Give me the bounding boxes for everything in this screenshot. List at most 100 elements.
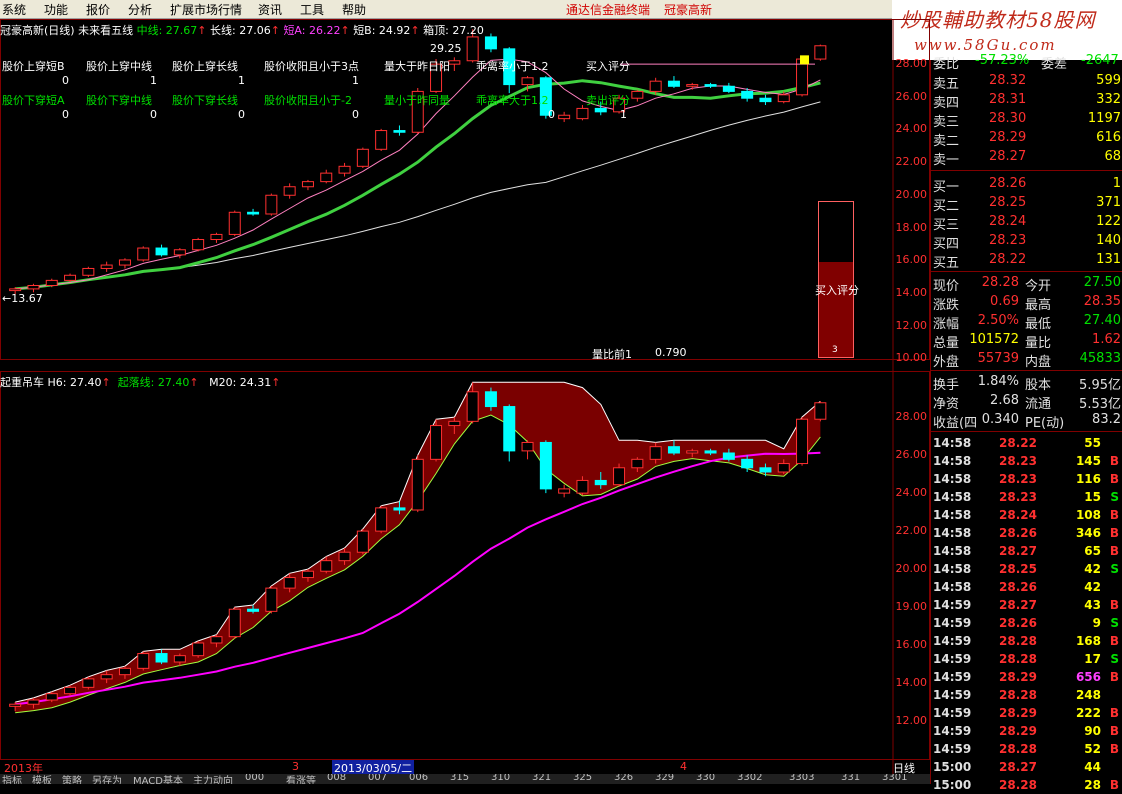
tick-price: 28.28: [999, 634, 1037, 648]
stock-title: 冠豪高新: [664, 3, 713, 17]
signal-marker: [800, 55, 809, 65]
tick-volume: 656: [1075, 670, 1101, 684]
tick-price: 28.28: [999, 688, 1037, 702]
menu-analysis[interactable]: 分析: [128, 1, 152, 18]
menu-tools[interactable]: 工具: [300, 1, 324, 18]
sell-signal-value: 0: [238, 108, 245, 121]
top-chart-title: 冠豪高新(日线): [0, 24, 75, 37]
tick-row: 14:58 28.23 15 S: [931, 488, 1122, 506]
ask-volume: 1197: [1087, 111, 1121, 126]
bottom-chart-header: 起重吊车 H6: 27.40↑ 起落线: 27.40↑ M20: 24.31↑: [0, 376, 281, 389]
top-candle: [45, 279, 58, 286]
top-y-tick: 28.00: [895, 57, 928, 70]
menu-system[interactable]: 系统: [2, 1, 26, 18]
indicator-tab[interactable]: 3302: [737, 774, 762, 783]
tick-side: B: [1109, 508, 1119, 522]
bid-price: 28.25: [989, 195, 1027, 210]
tick-side: B: [1109, 544, 1119, 558]
bottom-candle: [796, 418, 809, 465]
bid-label: 买一: [933, 180, 960, 195]
stat-label: 今开: [1025, 279, 1052, 294]
bottom-candle: [45, 693, 58, 701]
indicator-tab[interactable]: 330: [696, 774, 715, 783]
chart-area[interactable]: [0, 19, 930, 774]
stat-value: 0.69: [990, 294, 1019, 309]
indicator-tab[interactable]: 3303: [789, 774, 814, 783]
tick-price: 28.23: [999, 454, 1037, 468]
bid-row: 买五 28.22 131: [931, 251, 1122, 271]
menu-extended-market[interactable]: 扩展市场行情: [170, 1, 242, 18]
indicator-tab[interactable]: 模板: [32, 774, 52, 784]
order-diff-label: 委差: [1041, 57, 1068, 72]
bottom-candle: [722, 452, 735, 460]
indicator-tab[interactable]: 006: [409, 774, 428, 783]
bottom-candle: [613, 467, 626, 486]
tick-price: 28.26: [999, 526, 1037, 540]
indicator-tab[interactable]: 331: [841, 774, 860, 783]
tick-volume: 9: [1092, 616, 1101, 630]
menu-function[interactable]: 功能: [44, 1, 68, 18]
stat-row: 涨跌 0.69 最高 28.35: [931, 293, 1122, 313]
bottom-candle: [228, 608, 241, 638]
indicator-tab[interactable]: 310: [491, 774, 510, 783]
tick-price: 28.24: [999, 508, 1037, 522]
bottom-chart-title: 起重吊车: [0, 376, 44, 389]
tick-row: 14:58 28.23 145 B: [931, 452, 1122, 470]
stat-label: 量比: [1025, 336, 1052, 351]
indicator-tab[interactable]: 008: [327, 774, 346, 783]
tick-row: 14:58 28.24 108 B: [931, 506, 1122, 524]
indicator-tab[interactable]: 315: [450, 774, 469, 783]
stat-row: 涨幅 2.50% 最低 27.40: [931, 312, 1122, 332]
tick-volume: 248: [1075, 688, 1101, 702]
tick-row: 14:58 28.27 65 B: [931, 542, 1122, 560]
tick-row: 14:58 28.26 42: [931, 578, 1122, 596]
bid-price: 28.26: [989, 176, 1027, 191]
tick-side: B: [1109, 742, 1119, 756]
top-candle: [118, 259, 131, 266]
bottom-candle: [210, 636, 223, 644]
bottom-candle: [484, 391, 497, 408]
top-candle: [722, 85, 735, 92]
box-top-label: 箱顶: 27.20: [423, 24, 484, 37]
bottom-candle: [759, 467, 772, 473]
bid-price: 28.22: [989, 252, 1027, 267]
fin-label: 换手: [933, 378, 960, 393]
ask-volume: 616: [1096, 130, 1121, 145]
fin-value: 1.84%: [977, 374, 1019, 389]
indicator-tab[interactable]: 主力动向: [193, 774, 233, 784]
menu-help[interactable]: 帮助: [342, 1, 366, 18]
indicator-tab[interactable]: 329: [655, 774, 674, 783]
mid-line-label: 中线: 27.67: [136, 24, 198, 37]
indicator-tab[interactable]: 007: [368, 774, 387, 783]
bottom-candle: [741, 458, 754, 469]
top-y-tick: 18.00: [895, 220, 928, 234]
indicator-tab[interactable]: 321: [532, 774, 551, 783]
indicator-tab[interactable]: MACD基本: [133, 774, 183, 784]
indicator-tab[interactable]: 326: [614, 774, 633, 783]
short-a-label: 短A: 26.22: [283, 24, 341, 37]
bottom-candle: [100, 674, 113, 680]
menu-quote[interactable]: 报价: [86, 1, 110, 18]
ask-volume: 332: [1096, 92, 1121, 107]
buy-signal-value: 1: [352, 74, 359, 87]
top-candle: [704, 84, 717, 87]
buy-signal-label: 量大于昨日阳: [384, 60, 450, 73]
top-y-tick: 24.00: [895, 122, 928, 136]
menu-info[interactable]: 资讯: [258, 1, 282, 18]
tick-time: 14:58: [933, 580, 972, 594]
indicator-tab[interactable]: 策略: [62, 774, 82, 784]
indicator-tabs-bar: 指标 模板 策略 另存为 MACD基本 主力动向 000 看涨等 008 007 006 315 310…: [0, 774, 930, 784]
tick-side: S: [1110, 616, 1119, 630]
stat-label: 总量: [933, 336, 960, 351]
indicator-tab[interactable]: 看涨等: [286, 774, 316, 784]
indicator-tab[interactable]: 000: [245, 774, 264, 783]
indicator-tab[interactable]: 325: [573, 774, 592, 783]
indicator-tab[interactable]: 3301: [882, 774, 907, 783]
fin-value: 2.68: [990, 393, 1019, 408]
bottom-candle: [247, 608, 260, 612]
indicator-tab[interactable]: 指标: [2, 774, 22, 784]
stat-value: 28.28: [981, 275, 1019, 290]
top-y-tick: 12.00: [895, 318, 928, 332]
top-candle: [356, 148, 369, 167]
indicator-tab[interactable]: 另存为: [92, 774, 122, 784]
